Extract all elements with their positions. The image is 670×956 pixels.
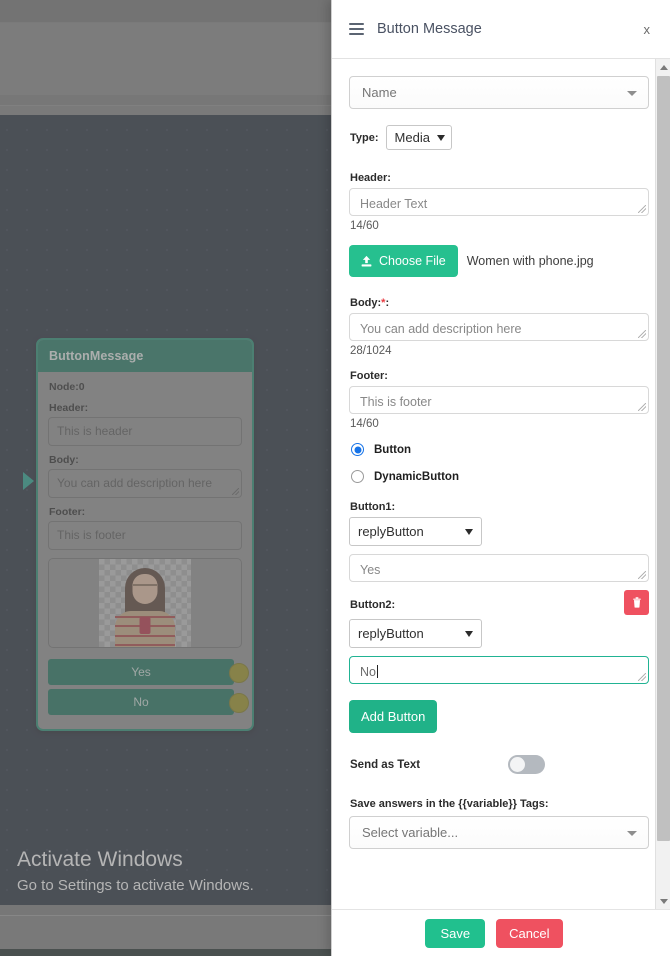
chevron-down-icon	[465, 528, 473, 535]
add-button-button[interactable]: Add Button	[349, 700, 438, 733]
radio-button-icon[interactable]	[351, 443, 364, 456]
choose-file-button[interactable]: Choose File	[349, 245, 458, 277]
chevron-down-icon	[627, 90, 637, 96]
body-label-text: Body:	[350, 297, 382, 309]
header-label: Header:	[350, 172, 391, 184]
choose-file-label: Choose File	[379, 254, 446, 268]
close-icon[interactable]: x	[639, 20, 656, 39]
variable-select-placeholder: Select variable...	[362, 825, 459, 840]
name-select[interactable]: Name	[349, 76, 649, 109]
radio-dynamicbutton-icon[interactable]	[351, 470, 364, 483]
footer-input[interactable]: This is footer	[349, 386, 649, 414]
scroll-up-icon[interactable]	[656, 59, 670, 75]
body-label-suffix: :	[385, 297, 390, 309]
button2-delete-button[interactable]	[624, 590, 649, 615]
body-label: Body:*:	[350, 297, 649, 309]
radio-option-dynamic-button[interactable]: DynamicButton	[351, 470, 649, 483]
type-label: Type:	[350, 131, 379, 144]
chevron-down-icon	[627, 830, 637, 836]
hamburger-icon[interactable]	[349, 23, 364, 35]
radio-button-label: Button	[374, 443, 412, 456]
button2-type-select[interactable]: replyButton	[349, 619, 482, 648]
button2-type-value: replyButton	[358, 626, 424, 641]
send-as-text-row: Send as Text	[350, 755, 649, 774]
button1-text-input[interactable]: Yes	[349, 554, 649, 582]
modal-header: Button Message x	[332, 0, 670, 59]
button1-type-value: replyButton	[358, 524, 424, 539]
button1-type-select[interactable]: replyButton	[349, 517, 482, 546]
scroll-down-icon[interactable]	[656, 893, 670, 909]
upload-icon	[361, 255, 372, 267]
radio-dynamicbutton-label: DynamicButton	[374, 470, 459, 483]
scrollbar-thumb[interactable]	[657, 76, 670, 841]
modal-body: Name Type: Media Header: Header Text 14/…	[332, 59, 670, 909]
variable-select[interactable]: Select variable...	[349, 816, 649, 849]
button2-text-value: No	[360, 665, 376, 679]
header-counter: 14/60	[350, 220, 379, 232]
button2-header-row: Button2:	[349, 590, 649, 615]
type-row: Type: Media	[350, 125, 649, 150]
chevron-down-icon	[436, 134, 445, 141]
modal-footer: Save Cancel	[332, 909, 670, 956]
send-as-text-label: Send as Text	[350, 758, 421, 771]
screen-root: ButtonMessage Node:0 Header: This is hea…	[0, 0, 670, 956]
button2-label: Button2:	[350, 599, 396, 611]
body-input[interactable]: You can add description here	[349, 313, 649, 341]
chevron-down-icon	[465, 630, 473, 637]
modal-title: Button Message	[377, 21, 482, 37]
button2-text-input[interactable]: No	[349, 656, 649, 684]
button1-label: Button1:	[350, 501, 396, 513]
type-select[interactable]: Media	[385, 125, 452, 150]
modal-scrollbar[interactable]	[655, 59, 670, 909]
body-counter: 28/1024	[350, 345, 392, 357]
name-select-value: Name	[362, 85, 397, 100]
button-message-modal: Button Message x Name Type: Media Header…	[331, 0, 670, 956]
file-row: Choose File Women with phone.jpg	[349, 245, 649, 277]
type-select-value: Media	[394, 130, 430, 145]
trash-icon	[632, 597, 641, 608]
save-button[interactable]: Save	[425, 918, 486, 948]
selected-file-name: Women with phone.jpg	[466, 254, 594, 268]
variable-label: Save answers in the {{variable}} Tags:	[350, 798, 549, 810]
toggle-knob	[510, 757, 526, 772]
cancel-button[interactable]: Cancel	[496, 918, 563, 948]
header-input[interactable]: Header Text	[349, 188, 649, 216]
text-caret	[376, 665, 378, 678]
radio-option-button[interactable]: Button	[351, 443, 649, 456]
send-as-text-toggle[interactable]	[508, 755, 546, 774]
footer-label: Footer:	[350, 370, 388, 382]
footer-counter: 14/60	[350, 418, 379, 430]
